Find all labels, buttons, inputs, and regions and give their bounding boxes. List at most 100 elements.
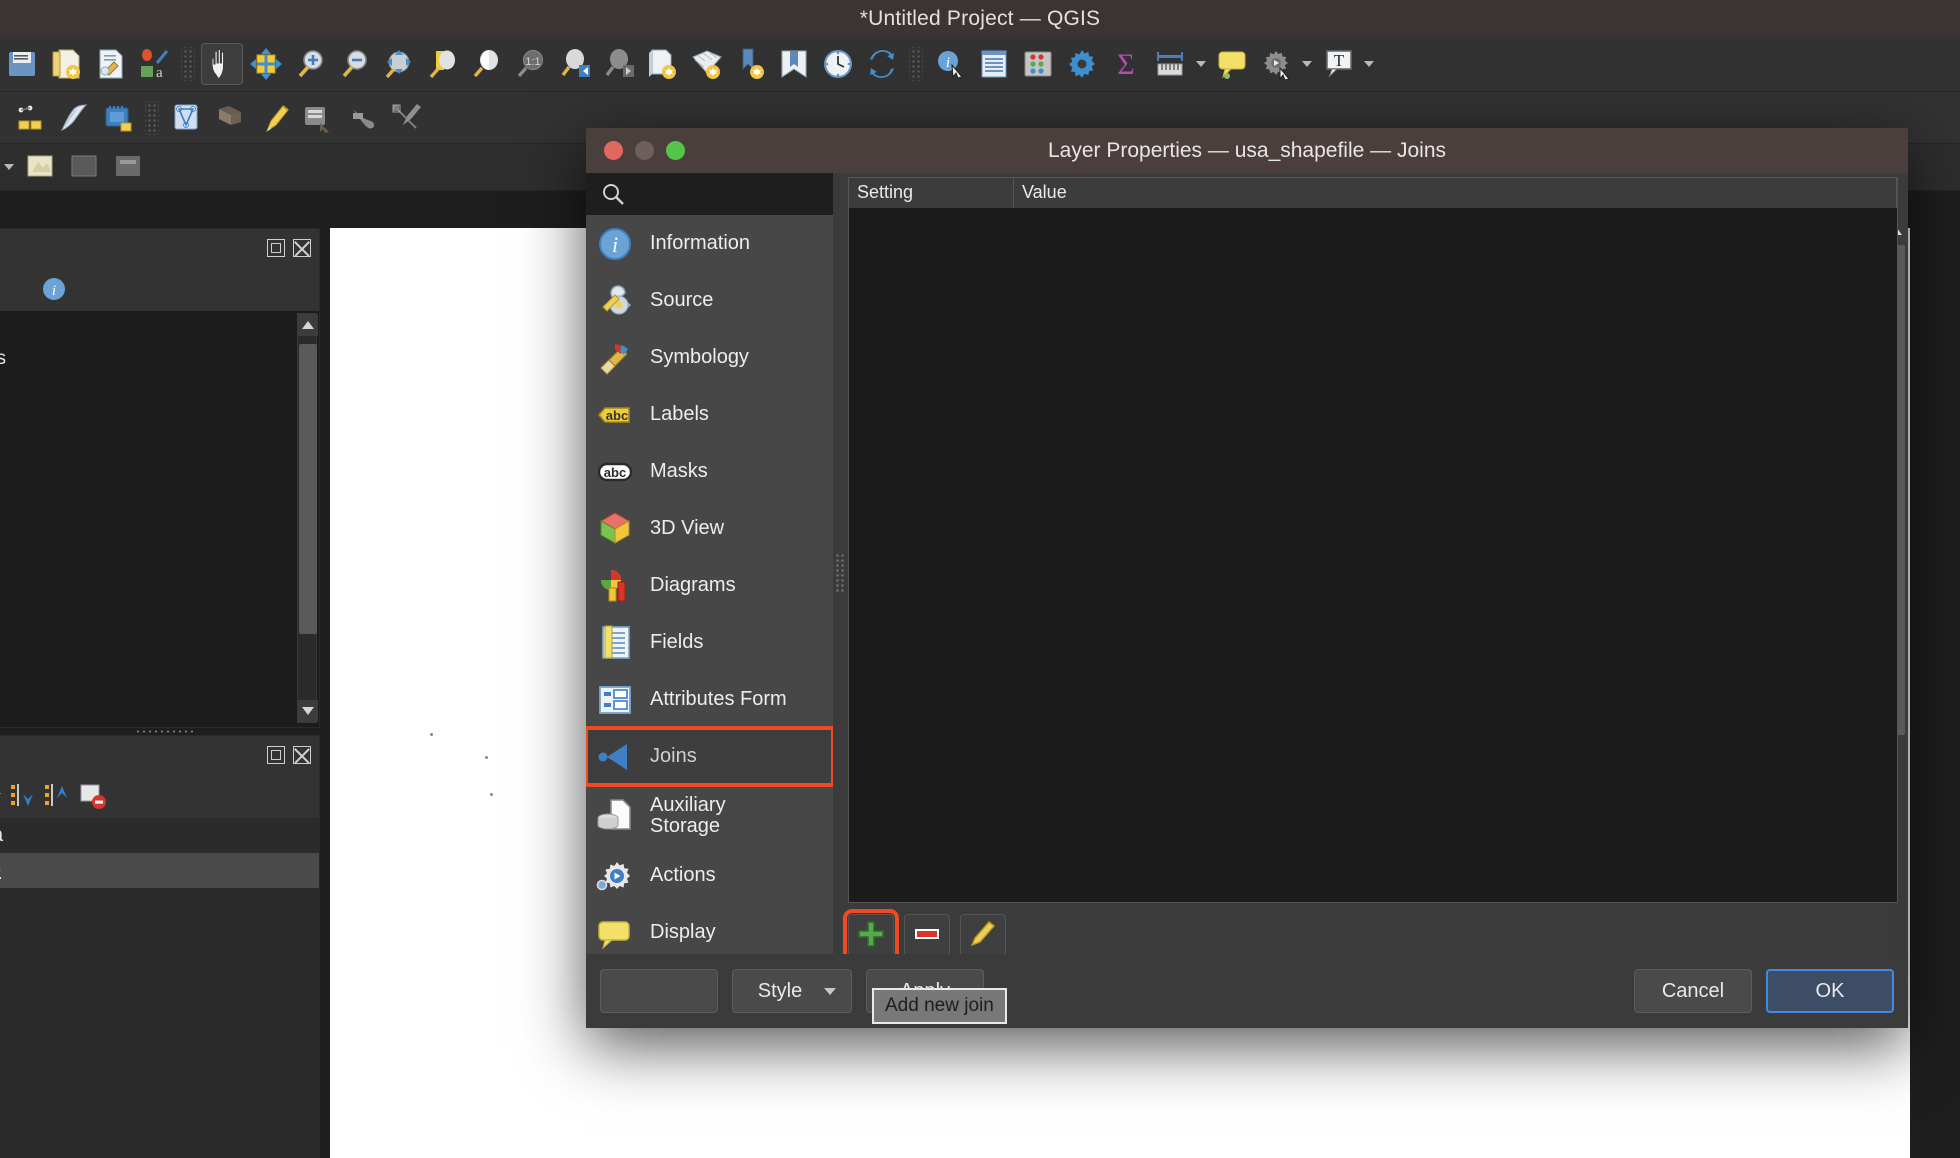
show-bookmarks-icon[interactable] bbox=[773, 43, 815, 85]
zoom-next-icon[interactable] bbox=[597, 43, 639, 85]
statistical-summary-icon[interactable] bbox=[1017, 43, 1059, 85]
layer-item[interactable]: _shapefile bbox=[0, 853, 319, 888]
pan-map-icon[interactable] bbox=[201, 43, 243, 85]
sidebar-item-symbology[interactable]: Symbology bbox=[586, 329, 833, 386]
modify-attributes-icon[interactable] bbox=[253, 97, 295, 139]
bookmark-icon[interactable] bbox=[729, 43, 771, 85]
open-attribute-table-icon[interactable] bbox=[973, 43, 1015, 85]
measure-line-icon[interactable] bbox=[1149, 43, 1191, 85]
refresh-icon[interactable] bbox=[861, 43, 903, 85]
field-calculator-icon[interactable]: Σ bbox=[1105, 43, 1147, 85]
sidebar-item-diagrams[interactable]: Diagrams bbox=[586, 557, 833, 614]
deselect-features-icon[interactable] bbox=[63, 146, 105, 188]
layer-item[interactable]: _debt_data bbox=[0, 818, 319, 853]
sidebar-item-joins[interactable]: Joins bbox=[586, 726, 833, 787]
browser-item[interactable]: kage bbox=[0, 417, 319, 449]
data-source-manager-icon[interactable]: a bbox=[133, 43, 175, 85]
sidebar-item-information[interactable]: i Information bbox=[586, 215, 833, 272]
sidebar-item-fields[interactable]: Fields bbox=[586, 614, 833, 671]
style-manager-icon[interactable] bbox=[89, 43, 131, 85]
browser-item[interactable] bbox=[0, 513, 319, 523]
pan-to-selection-icon[interactable] bbox=[245, 43, 287, 85]
layers-tree[interactable]: _debt_data_shapefile bbox=[0, 818, 319, 1157]
sidebar-item-labels[interactable]: abc Labels bbox=[586, 386, 833, 443]
select-by-value-icon[interactable] bbox=[107, 146, 149, 188]
temporal-controller-icon[interactable] bbox=[817, 43, 859, 85]
zoom-last-icon[interactable] bbox=[553, 43, 595, 85]
save-project-icon[interactable] bbox=[1, 43, 43, 85]
scroll-down-icon[interactable] bbox=[298, 700, 318, 722]
chevron-down-icon[interactable] bbox=[0, 776, 5, 816]
toolbar-grip[interactable] bbox=[145, 100, 159, 135]
zoom-to-selection-icon[interactable] bbox=[421, 43, 463, 85]
settings-sidebar[interactable]: i Information Source Symbology abc Labels abc M… bbox=[586, 215, 833, 1028]
maximize-window-button[interactable] bbox=[666, 141, 685, 160]
select-features-icon[interactable] bbox=[19, 146, 61, 188]
sidebar-item-3d-view[interactable]: 3D View bbox=[586, 500, 833, 557]
browser-item[interactable]: S bbox=[0, 481, 319, 513]
main-toolbar[interactable]: a 1:1 i Σ T bbox=[0, 37, 1960, 92]
browser-item[interactable] bbox=[0, 375, 319, 385]
add-join-button[interactable] bbox=[843, 909, 899, 963]
advanced-digitizing-icon[interactable] bbox=[385, 97, 427, 139]
close-icon[interactable] bbox=[293, 239, 311, 257]
chevron-down-icon[interactable] bbox=[0, 147, 18, 187]
digitize-icon[interactable] bbox=[97, 97, 139, 139]
close-window-button[interactable] bbox=[604, 141, 623, 160]
browser-item[interactable]: te bbox=[0, 449, 319, 481]
minimize-window-button[interactable] bbox=[635, 141, 654, 160]
new-map-view-icon[interactable] bbox=[641, 43, 683, 85]
column-header[interactable]: Value bbox=[1014, 178, 1897, 208]
new-print-layout-icon[interactable] bbox=[45, 43, 87, 85]
options-icon[interactable] bbox=[1061, 43, 1103, 85]
delete-selected-icon[interactable] bbox=[297, 97, 339, 139]
run-feature-action-icon[interactable] bbox=[1255, 43, 1297, 85]
zoom-full-icon[interactable] bbox=[377, 43, 419, 85]
sidebar-item-attributes-form[interactable]: Attributes Form bbox=[586, 671, 833, 728]
close-icon[interactable] bbox=[293, 746, 311, 764]
browser-scrollbar[interactable] bbox=[297, 313, 318, 723]
chevron-down-icon[interactable] bbox=[1192, 44, 1210, 84]
cancel-button[interactable]: Cancel bbox=[1634, 969, 1752, 1013]
sidebar-item-display[interactable]: Display bbox=[586, 904, 833, 961]
zoom-native-icon[interactable]: 1:1 bbox=[509, 43, 551, 85]
chevron-down-icon[interactable] bbox=[1360, 44, 1378, 84]
sidebar-item-masks[interactable]: abc Masks bbox=[586, 443, 833, 500]
edit-join-button[interactable] bbox=[960, 914, 1006, 958]
browser-item[interactable]: es bbox=[0, 587, 319, 619]
toggle-editing-icon[interactable] bbox=[53, 97, 95, 139]
zoom-to-layer-icon[interactable] bbox=[465, 43, 507, 85]
toolbar-grip[interactable] bbox=[181, 47, 195, 81]
undock-icon[interactable] bbox=[267, 239, 285, 257]
cut-features-icon[interactable] bbox=[341, 97, 383, 139]
identify-features-icon[interactable]: i bbox=[929, 43, 971, 85]
sidebar-item-source[interactable]: Source bbox=[586, 272, 833, 329]
browser-item[interactable]: es bbox=[0, 311, 319, 343]
joins-table[interactable]: Setting Value bbox=[848, 177, 1898, 903]
browser-item[interactable]: Tiles bbox=[0, 555, 319, 587]
column-header[interactable]: Setting bbox=[849, 178, 1014, 208]
remove-join-button[interactable] bbox=[904, 914, 950, 958]
browser-item[interactable]: Bookmarks bbox=[0, 343, 319, 375]
save-layer-edits-icon[interactable] bbox=[209, 97, 251, 139]
zoom-in-icon[interactable] bbox=[289, 43, 331, 85]
browser-tree[interactable]: esBookmarkseskageteSMTSTileses bbox=[0, 311, 319, 727]
style-button[interactable]: Style bbox=[732, 969, 852, 1013]
map-tips-icon[interactable] bbox=[1211, 43, 1253, 85]
sidebar-resize-handle[interactable] bbox=[835, 553, 845, 593]
window-controls[interactable] bbox=[604, 141, 685, 160]
scroll-up-icon[interactable] bbox=[298, 314, 318, 336]
help-button[interactable] bbox=[600, 969, 718, 1013]
chevron-down-icon[interactable] bbox=[1298, 44, 1316, 84]
sidebar-item-auxiliary-storage[interactable]: Auxiliary Storage bbox=[586, 785, 833, 847]
settings-search-box[interactable] bbox=[586, 173, 833, 215]
sidebar-item-actions[interactable]: Actions bbox=[586, 847, 833, 904]
text-annotation-icon[interactable]: T bbox=[1317, 43, 1359, 85]
browser-item[interactable]: MTS bbox=[0, 523, 319, 555]
new-3d-map-view-icon[interactable] bbox=[685, 43, 727, 85]
undock-icon[interactable] bbox=[267, 746, 285, 764]
browser-panel-toolbar[interactable]: i bbox=[0, 267, 319, 311]
current-edits-icon[interactable] bbox=[9, 97, 51, 139]
vertex-tool-icon[interactable] bbox=[165, 97, 207, 139]
toolbar-grip[interactable] bbox=[909, 47, 923, 81]
